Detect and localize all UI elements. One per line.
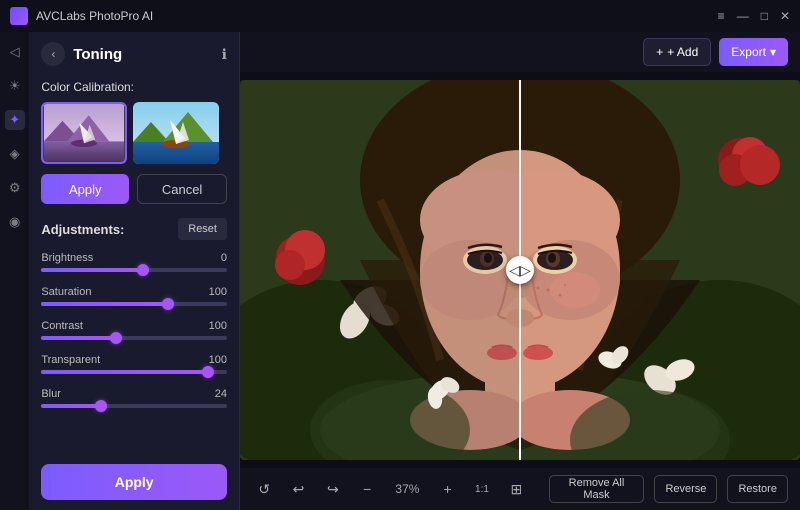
blur-track[interactable] — [41, 404, 227, 408]
transparent-slider-header: Transparent 100 — [41, 354, 227, 366]
back-button[interactable]: ‹ — [41, 42, 65, 66]
saturation-fill — [41, 302, 167, 306]
add-icon: + — [656, 45, 663, 59]
reset-button[interactable]: Reset — [178, 218, 227, 240]
contrast-slider-header: Contrast 100 — [41, 320, 227, 332]
saturation-thumb[interactable] — [162, 298, 174, 310]
contrast-fill — [41, 336, 115, 340]
color-calibration-label: Color Calibration: — [41, 80, 227, 94]
comparison-handle[interactable]: ◁▷ — [506, 256, 534, 284]
transparent-value: 100 — [209, 354, 227, 366]
zoom-in-button[interactable]: + — [435, 475, 459, 503]
apply-cancel-row: Apply Cancel — [41, 174, 227, 204]
brightness-slider-row: Brightness 0 — [41, 252, 227, 272]
transparent-fill — [41, 370, 208, 374]
brightness-label: Brightness — [41, 252, 93, 264]
brightness-value: 0 — [221, 252, 227, 264]
sidebar-sun-icon[interactable]: ☀ — [5, 76, 25, 96]
sidebar-toning-icon[interactable]: ✦ — [5, 110, 25, 130]
app-icon — [10, 7, 28, 25]
menu-icon[interactable]: ≡ — [718, 9, 725, 23]
brightness-fill — [41, 268, 143, 272]
thumbnails — [41, 102, 227, 164]
left-panel: ‹ Toning ℹ Color Calibration: — [29, 32, 240, 510]
sidebar-back-icon[interactable]: ◁ — [5, 42, 25, 62]
transparent-track[interactable] — [41, 370, 227, 374]
add-button[interactable]: + + Add — [643, 38, 711, 66]
saturation-label: Saturation — [41, 286, 91, 298]
minimize-icon[interactable]: — — [737, 9, 749, 23]
brightness-thumb[interactable] — [137, 264, 149, 276]
saturation-slider-header: Saturation 100 — [41, 286, 227, 298]
contrast-value: 100 — [209, 320, 227, 332]
bottom-apply-section: Apply — [41, 454, 227, 500]
close-icon[interactable]: ✕ — [780, 9, 790, 23]
contrast-thumb[interactable] — [110, 332, 122, 344]
panel-title: Toning — [73, 46, 122, 63]
panel-header: ‹ Toning ℹ — [41, 42, 227, 66]
info-icon[interactable]: ℹ — [222, 46, 227, 63]
ratio-button[interactable]: 1:1 — [470, 475, 494, 503]
blur-slider-header: Blur 24 — [41, 388, 227, 400]
reverse-button[interactable]: Reverse — [654, 475, 717, 503]
title-bar: AVCLabs PhotoPro AI ≡ — □ ✕ — [0, 0, 800, 32]
blur-label: Blur — [41, 388, 61, 400]
transparent-slider-row: Transparent 100 — [41, 354, 227, 374]
sidebar-settings-icon[interactable]: ⚙ — [5, 178, 25, 198]
rotate-left-button[interactable]: ↺ — [252, 475, 276, 503]
undo-button[interactable]: ↩ — [286, 475, 310, 503]
apply-button[interactable]: Apply — [41, 174, 129, 204]
adjustments-label: Adjustments: — [41, 222, 124, 237]
blur-slider-row: Blur 24 — [41, 388, 227, 408]
saturation-track[interactable] — [41, 302, 227, 306]
image-container: ◁▷ — [240, 72, 800, 468]
transparent-thumb[interactable] — [202, 366, 214, 378]
top-bar: + + Add Export ▾ — [240, 32, 800, 72]
sidebar-icons: ◁ ☀ ✦ ◈ ⚙ ◉ — [0, 32, 29, 510]
app-title: AVCLabs PhotoPro AI — [36, 9, 153, 23]
brightness-track[interactable] — [41, 268, 227, 272]
ratio-label: 1:1 — [475, 484, 489, 495]
cancel-button[interactable]: Cancel — [137, 174, 227, 204]
transparent-label: Transparent — [41, 354, 100, 366]
expand-button[interactable]: ⊞ — [504, 475, 528, 503]
main-layout: ◁ ☀ ✦ ◈ ⚙ ◉ ‹ Toning ℹ Color Calibration… — [0, 32, 800, 510]
saturation-value: 100 — [209, 286, 227, 298]
restore-button[interactable]: Restore — [727, 475, 788, 503]
brightness-slider-header: Brightness 0 — [41, 252, 227, 264]
thumbnail-2[interactable] — [133, 102, 219, 164]
redo-button[interactable]: ↪ — [321, 475, 345, 503]
maximize-icon[interactable]: □ — [761, 9, 768, 23]
zoom-level: 37% — [389, 482, 425, 496]
canvas-area: + + Add Export ▾ — [240, 32, 800, 510]
sidebar-circle-icon[interactable]: ◉ — [5, 212, 25, 232]
remove-all-mask-button[interactable]: Remove All Mask — [549, 475, 645, 503]
comparison-wrapper: ◁▷ — [240, 80, 800, 460]
export-button[interactable]: Export ▾ — [719, 38, 788, 66]
blur-thumb[interactable] — [95, 400, 107, 412]
blur-fill — [41, 404, 100, 408]
sidebar-adjust-icon[interactable]: ◈ — [5, 144, 25, 164]
contrast-label: Contrast — [41, 320, 83, 332]
thumbnail-1[interactable] — [41, 102, 127, 164]
contrast-track[interactable] — [41, 336, 227, 340]
contrast-slider-row: Contrast 100 — [41, 320, 227, 340]
adjustments-header: Adjustments: Reset — [41, 218, 227, 240]
blur-value: 24 — [215, 388, 227, 400]
saturation-slider-row: Saturation 100 — [41, 286, 227, 306]
bottom-apply-button[interactable]: Apply — [41, 464, 227, 500]
window-controls[interactable]: ≡ — □ ✕ — [718, 9, 790, 23]
zoom-out-button[interactable]: − — [355, 475, 379, 503]
export-chevron-icon: ▾ — [770, 45, 776, 59]
title-bar-left: AVCLabs PhotoPro AI — [10, 7, 153, 25]
bottom-toolbar: ↺ ↩ ↪ − 37% + 1:1 ⊞ Remove All Mask Reve… — [240, 468, 800, 510]
